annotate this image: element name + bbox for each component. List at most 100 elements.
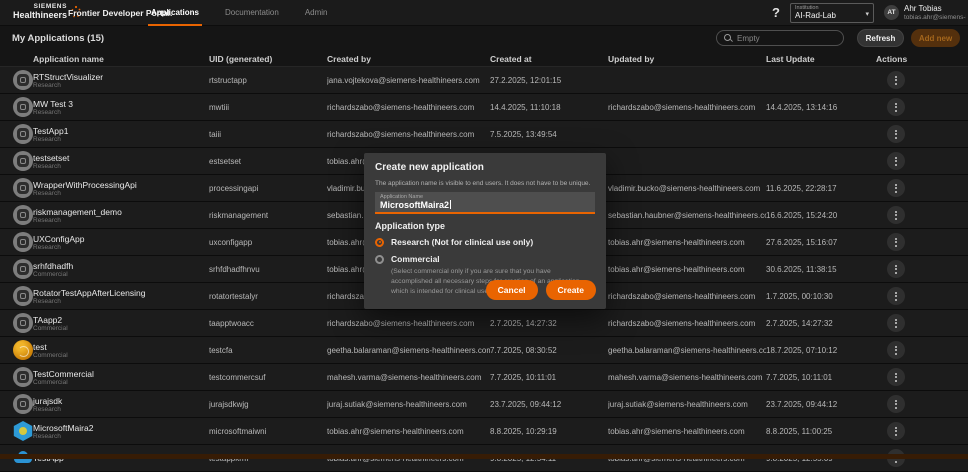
- last-update: 18.7.2025, 07:10:12: [766, 345, 838, 355]
- modal-description: The application name is visible to end u…: [375, 180, 591, 187]
- app-uid: uxconfigapp: [209, 237, 253, 247]
- default-app-icon: [13, 367, 33, 387]
- row-actions-button[interactable]: [887, 368, 905, 386]
- created-at: 7.7.2025, 08:30:52: [490, 345, 557, 355]
- search-input[interactable]: [737, 33, 837, 43]
- last-update: 1.7.2025, 00:10:30: [766, 291, 833, 301]
- table-row[interactable]: TestApp1 Research taiii richardszabo@sie…: [0, 121, 968, 148]
- updated-by: richardszabo@siemens-healthineers.com: [608, 318, 756, 328]
- row-actions-button[interactable]: [887, 98, 905, 116]
- app-subtype: Research: [33, 432, 61, 440]
- row-actions-button[interactable]: [887, 422, 905, 440]
- shield-app-icon: [13, 421, 33, 441]
- create-button[interactable]: Create: [545, 280, 596, 300]
- col-actions: Actions: [876, 54, 908, 64]
- default-app-icon: [13, 70, 33, 90]
- col-updated-by: Updated by: [608, 54, 655, 64]
- updated-by: vladimir.bucko@siemens-healthineers.com: [608, 183, 761, 193]
- row-actions-button[interactable]: [887, 206, 905, 224]
- app-uid: rotatortestalyr: [209, 291, 258, 301]
- tab-admin[interactable]: Admin: [302, 0, 331, 26]
- app-name: MicrosoftMaira2: [33, 422, 94, 433]
- row-actions-button[interactable]: [887, 125, 905, 143]
- created-at: 23.7.2025, 09:44:12: [490, 399, 562, 409]
- table-row[interactable]: MW Test 3 Research mwtiii richardszabo@s…: [0, 94, 968, 121]
- app-name: MW Test 3: [33, 98, 73, 109]
- updated-by: sebastian.haubner@siemens-healthineers.c…: [608, 210, 766, 220]
- last-update: 27.6.2025, 15:16:07: [766, 237, 838, 247]
- radio-research[interactable]: Research (Not for clinical use only): [375, 237, 595, 248]
- created-by: juraj.sutiak@siemens-healthineers.com: [327, 399, 467, 409]
- updated-by: juraj.sutiak@siemens-healthineers.com: [608, 399, 748, 409]
- default-app-icon: [13, 97, 33, 117]
- last-update: 2.7.2025, 14:27:32: [766, 318, 833, 328]
- created-at: 8.8.2025, 10:29:19: [490, 426, 557, 436]
- created-at: 2.7.2025, 14:27:32: [490, 318, 557, 328]
- refresh-button[interactable]: Refresh: [857, 29, 904, 47]
- app-name: RotatorTestAppAfterLicensing: [33, 287, 146, 298]
- radio-selected-icon: [375, 237, 384, 247]
- created-by: richardszabo@siemens-healthineers.com: [327, 318, 475, 328]
- table-row[interactable]: TestCommercial Commercial testcommercsuf…: [0, 364, 968, 391]
- default-app-icon: [13, 232, 33, 252]
- table-row[interactable]: RTStructVisualizer Research rtstructapp …: [0, 67, 968, 94]
- app-name: TestCommercial: [33, 368, 94, 379]
- radio-commercial-label: Commercial: [391, 254, 440, 265]
- table-header: Application name UID (generated) Created…: [0, 52, 968, 67]
- updated-by: tobias.ahr@siemens-healthineers.com: [608, 426, 745, 436]
- app-uid: riskmanagement: [209, 210, 269, 220]
- app-subtype: Research: [33, 189, 61, 197]
- last-update: 30.6.2025, 11:38:15: [766, 264, 837, 274]
- row-actions-button[interactable]: [887, 179, 905, 197]
- add-new-button[interactable]: Add new: [911, 29, 960, 47]
- col-created-at: Created at: [490, 54, 532, 64]
- row-actions-button[interactable]: [887, 152, 905, 170]
- created-by: richardszabo@siemens-healthineers.com: [327, 102, 475, 112]
- tab-applications[interactable]: Applications: [148, 0, 203, 26]
- table-row[interactable]: MicrosoftMaira2 Research microsoftmaiwni…: [0, 418, 968, 445]
- app-name: UXConfigApp: [33, 233, 85, 244]
- search-box[interactable]: [716, 30, 844, 46]
- app-name: test: [33, 341, 47, 352]
- application-name-field[interactable]: Application Name MicrosoftMaira2: [375, 192, 595, 214]
- row-actions-button[interactable]: [887, 233, 905, 251]
- table-row[interactable]: test Commercial testcfa geetha.balaraman…: [0, 337, 968, 364]
- app-uid: taapptwoacc: [209, 318, 254, 328]
- last-update: 23.7.2025, 09:44:12: [766, 399, 838, 409]
- help-icon[interactable]: ?: [772, 5, 780, 20]
- top-bar: SIEMENS Healthineers Frontier Developer …: [0, 0, 968, 26]
- app-subtype: Research: [33, 297, 61, 305]
- row-actions-button[interactable]: [887, 341, 905, 359]
- default-app-icon: [13, 205, 33, 225]
- default-app-icon: [13, 313, 33, 333]
- radio-unselected-icon: [375, 254, 384, 264]
- brand-healthineers: Healthineers: [13, 9, 68, 20]
- last-update: 7.7.2025, 10:11:01: [766, 372, 833, 382]
- user-menu[interactable]: AT Ahr Tobias tobias.ahr@siemens-healthi…: [884, 4, 966, 21]
- default-app-icon: [13, 286, 33, 306]
- app-subtype: Research: [33, 216, 61, 224]
- app-name: srhfdhadfh: [33, 260, 74, 271]
- updated-by: richardszabo@siemens-healthineers.com: [608, 102, 756, 112]
- app-uid: mwtiii: [209, 102, 229, 112]
- col-uid: UID (generated): [209, 54, 273, 64]
- create-application-modal: Create new application The application n…: [364, 153, 606, 309]
- row-actions-button[interactable]: [887, 287, 905, 305]
- cancel-button[interactable]: Cancel: [485, 280, 538, 300]
- row-actions-button[interactable]: [887, 395, 905, 413]
- row-actions-button[interactable]: [887, 71, 905, 89]
- row-actions-button[interactable]: [887, 314, 905, 332]
- modal-title: Create new application: [375, 162, 484, 173]
- institution-value: AI-Rad-Lab: [795, 11, 836, 21]
- text-cursor: [450, 200, 452, 210]
- created-by: tobias.ahr@siemens-healthineers.com: [327, 426, 464, 436]
- last-update: 11.6.2025, 22:28:17: [766, 183, 837, 193]
- institution-select[interactable]: Institution AI-Rad-Lab ▾: [790, 3, 874, 23]
- table-row[interactable]: jurajsdk Research jurajsdkwjg juraj.suti…: [0, 391, 968, 418]
- app-uid: estsetset: [209, 156, 242, 166]
- bottom-strip: [0, 454, 968, 459]
- app-uid: testcommercsuf: [209, 372, 266, 382]
- row-actions-button[interactable]: [887, 260, 905, 278]
- table-row[interactable]: TAapp2 Commercial taapptwoacc richardsza…: [0, 310, 968, 337]
- tab-documentation[interactable]: Documentation: [222, 0, 282, 26]
